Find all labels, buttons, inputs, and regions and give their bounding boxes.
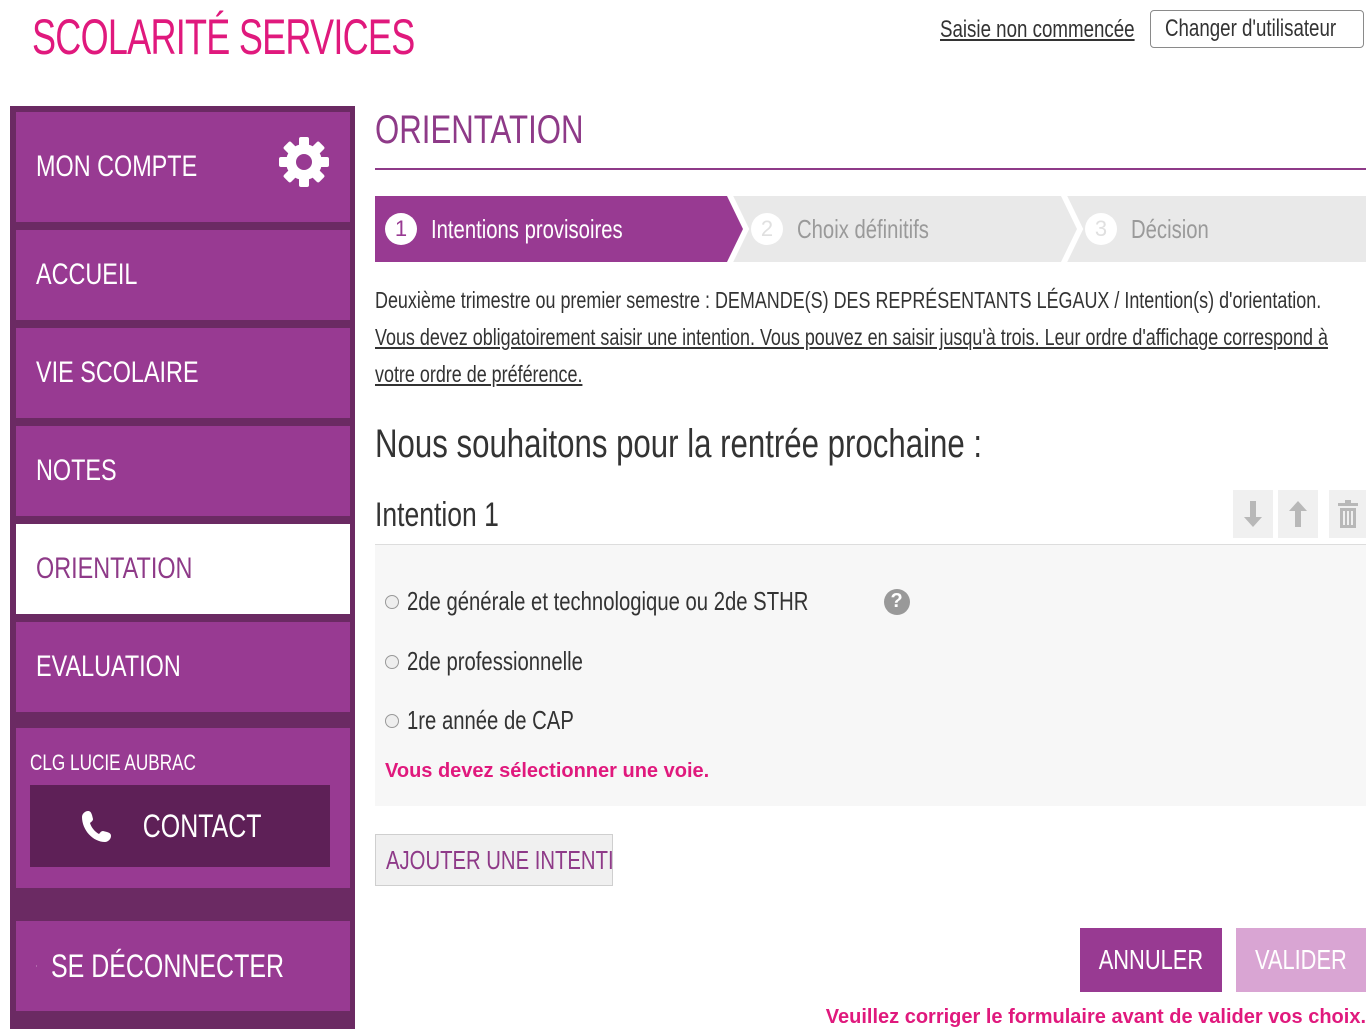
help-icon[interactable]: ? xyxy=(883,588,910,615)
validation-error: Vous devez sélectionner une voie. xyxy=(385,760,710,782)
instructions: Deuxième trimestre ou premier semestre :… xyxy=(375,282,1328,393)
sidebar-item-vie-scolaire[interactable]: VIE SCOLAIRE xyxy=(16,328,350,418)
add-intention-label: AJOUTER UNE INTENTION xyxy=(386,844,612,875)
option-cap[interactable]: 1re année de CAP xyxy=(385,705,621,736)
section-subtitle: Nous souhaitons pour la rentrée prochain… xyxy=(375,422,983,466)
entry-status-link[interactable]: Saisie non commencée xyxy=(940,16,1135,44)
option-label: 1re année de CAP xyxy=(407,705,574,735)
sidebar-item-accueil[interactable]: ACCUEIL xyxy=(16,230,350,320)
arrow-up-icon xyxy=(1289,501,1307,527)
add-intention-button[interactable]: AJOUTER UNE INTENTION xyxy=(375,834,613,886)
option-label: 2de professionnelle xyxy=(407,646,583,676)
sidebar-item-evaluation[interactable]: EVALUATION xyxy=(16,622,350,712)
step-number: 2 xyxy=(751,213,783,245)
option-label: 2de générale et technologique ou 2de STH… xyxy=(407,586,809,616)
sidebar-item-notes[interactable]: NOTES xyxy=(16,426,350,516)
intention-panel: Intention 1 2de générale et technologiqu… xyxy=(375,488,1366,806)
sidebar-item-label: EVALUATION xyxy=(36,650,181,683)
gear-icon xyxy=(279,137,329,187)
step-number: 3 xyxy=(1085,213,1117,245)
radio-button[interactable] xyxy=(385,713,399,728)
step-1: 1 Intentions provisoires xyxy=(385,196,677,262)
form-error-message: Veuillez corriger le formulaire avant de… xyxy=(825,1006,1366,1028)
school-name: CLG LUCIE AUBRAC xyxy=(30,750,196,775)
trash-icon xyxy=(1337,500,1358,528)
school-box: CLG LUCIE AUBRAC CONTACT xyxy=(16,728,350,888)
radio-button[interactable] xyxy=(385,654,399,669)
contact-button[interactable]: CONTACT xyxy=(30,785,330,867)
change-user-button[interactable]: Changer d'utilisateur xyxy=(1150,10,1364,48)
intention-title: Intention 1 xyxy=(375,496,499,534)
cancel-button[interactable]: ANNULER xyxy=(1080,928,1222,992)
instructions-requirement: Vous devez obligatoirement saisir une in… xyxy=(375,324,1328,387)
radio-button[interactable] xyxy=(385,594,399,609)
sidebar-item-label: ORIENTATION xyxy=(36,552,193,585)
logout-button[interactable]: SE DÉCONNECTER xyxy=(16,921,350,1011)
step-label: Choix définitifs xyxy=(797,213,929,244)
sidebar-item-mon-compte[interactable]: MON COMPTE xyxy=(16,112,350,222)
step-3: 3 Décision xyxy=(1085,196,1231,262)
page-title: ORIENTATION xyxy=(375,108,584,152)
step-progress: 1 Intentions provisoires 2 Choix définit… xyxy=(375,196,1366,262)
step-label: Décision xyxy=(1131,213,1209,244)
sidebar-item-orientation[interactable]: ORIENTATION xyxy=(16,524,350,614)
step-number: 1 xyxy=(385,213,417,245)
validate-label: VALIDER xyxy=(1255,944,1347,975)
delete-intention-button[interactable] xyxy=(1329,490,1366,538)
sidebar-item-label: MON COMPTE xyxy=(36,150,198,183)
step-2: 2 Choix définitifs xyxy=(751,196,966,262)
logout-label: SE DÉCONNECTER xyxy=(51,947,285,984)
sidebar-item-label: ACCUEIL xyxy=(36,258,138,291)
option-2de-professionnelle[interactable]: 2de professionnelle xyxy=(385,646,633,677)
option-2de-generale[interactable]: 2de générale et technologique ou 2de STH… xyxy=(385,586,910,617)
sidebar: MON COMPTE ACCUEIL VIE SCOLAIRE NOTES OR… xyxy=(10,106,355,1029)
sidebar-item-label: NOTES xyxy=(36,454,117,487)
intention-header: Intention 1 xyxy=(375,488,1366,545)
instructions-line: Deuxième trimestre ou premier semestre :… xyxy=(375,287,1322,313)
arrow-down-icon xyxy=(1244,501,1262,527)
move-down-button[interactable] xyxy=(1233,490,1273,538)
phone-icon xyxy=(81,811,111,842)
validate-button[interactable]: VALIDER xyxy=(1236,928,1366,992)
cancel-label: ANNULER xyxy=(1098,944,1204,975)
change-user-label: Changer d'utilisateur xyxy=(1165,15,1337,42)
contact-label: CONTACT xyxy=(142,807,262,844)
logout-icon xyxy=(36,965,38,967)
title-divider xyxy=(375,168,1366,170)
sidebar-item-label: VIE SCOLAIRE xyxy=(36,356,199,389)
move-up-button[interactable] xyxy=(1278,490,1318,538)
app-logo: SCOLARITÉ SERVICES xyxy=(32,9,415,65)
step-label: Intentions provisoires xyxy=(431,213,623,244)
